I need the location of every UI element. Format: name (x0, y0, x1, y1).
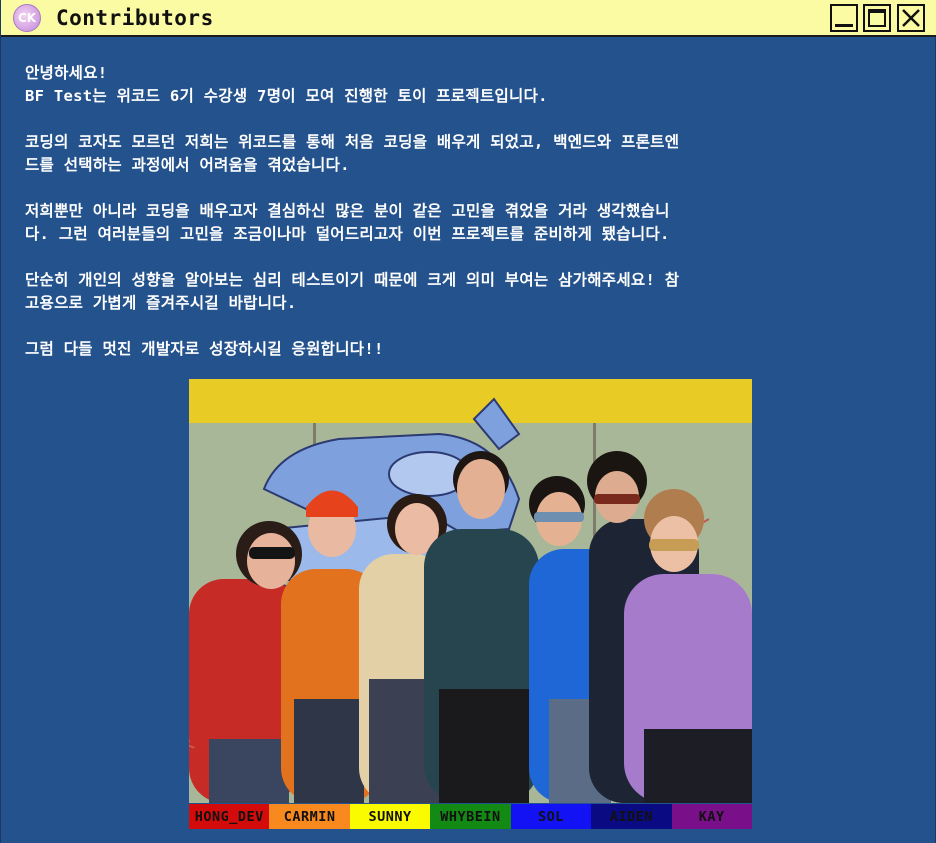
intro-text: 안녕하세요! BF Test는 위코드 6기 수강생 7명이 모여 진행한 토이… (25, 62, 915, 384)
team-photo-frame: click HONG_DEVCARMINSUNNYWHYBEINSOLAIDEN… (189, 379, 752, 830)
contributor-tag-whybein[interactable]: WHYBEIN (430, 804, 511, 829)
contributor-tag-carmin[interactable]: CARMIN (269, 804, 350, 829)
title-bar[interactable]: CK Contributors (1, 0, 936, 37)
window-title: Contributors (56, 6, 214, 30)
contributor-tag-aiden[interactable]: AIDEN (591, 804, 672, 829)
minimize-button[interactable] (830, 4, 858, 32)
intro-line: 드를 선택하는 과정에서 어려움을 겪었습니다. (25, 156, 350, 174)
contributor-tag-sol[interactable]: SOL (510, 804, 592, 829)
contributor-tag-kay[interactable]: KAY (671, 804, 752, 829)
intro-line: 저희뿐만 아니라 코딩을 배우고자 결심하신 많은 분이 같은 고민을 겪었을 … (25, 202, 670, 220)
maximize-button[interactable] (863, 4, 891, 32)
intro-paragraph: 그럼 다들 멋진 개발자로 성장하시길 응원합니다!! (25, 338, 915, 361)
intro-paragraph: 안녕하세요! BF Test는 위코드 6기 수강생 7명이 모여 진행한 토이… (25, 62, 915, 108)
intro-line: 단순히 개인의 성향을 알아보는 심리 테스트이기 때문에 크게 의미 부여는 … (25, 271, 680, 289)
team-photo: click (189, 379, 752, 803)
intro-line: 코딩의 코자도 모르던 저희는 위코드를 통해 처음 코딩을 배우게 되었고, … (25, 133, 680, 151)
intro-paragraph: 저희뿐만 아니라 코딩을 배우고자 결심하신 많은 분이 같은 고민을 겪었을 … (25, 200, 915, 246)
team-photo-illustration: click (189, 379, 752, 803)
contributors-window: CK Contributors 안녕하세요! BF Test는 위코드 6기 수… (0, 0, 936, 843)
intro-line: 고용으로 가볍게 즐겨주시길 바랍니다. (25, 294, 297, 312)
intro-line: 안녕하세요! (25, 64, 108, 82)
contributor-tag-hong-dev[interactable]: HONG_DEV (189, 804, 270, 829)
close-button[interactable] (897, 4, 925, 32)
contributor-bar: HONG_DEV CARMIN SUNNY WHYBEIN SOL AIDEN KAY (189, 804, 752, 829)
intro-paragraph: 코딩의 코자도 모르던 저희는 위코드를 통해 처음 코딩을 배우게 되었고, … (25, 131, 915, 177)
intro-line: 다. 그런 여러분들의 고민을 조금이나마 덜어드리고자 이번 프로젝트를 준비… (25, 225, 670, 243)
intro-line: BF Test는 위코드 6기 수강생 7명이 모여 진행한 토이 프로젝트입니… (25, 87, 548, 105)
contributor-tag-sunny[interactable]: SUNNY (349, 804, 431, 829)
intro-line: 그럼 다들 멋진 개발자로 성장하시길 응원합니다!! (25, 340, 384, 358)
app-logo-icon: CK (13, 4, 41, 32)
intro-paragraph: 단순히 개인의 성향을 알아보는 심리 테스트이기 때문에 크게 의미 부여는 … (25, 269, 915, 315)
close-icon (902, 9, 920, 27)
